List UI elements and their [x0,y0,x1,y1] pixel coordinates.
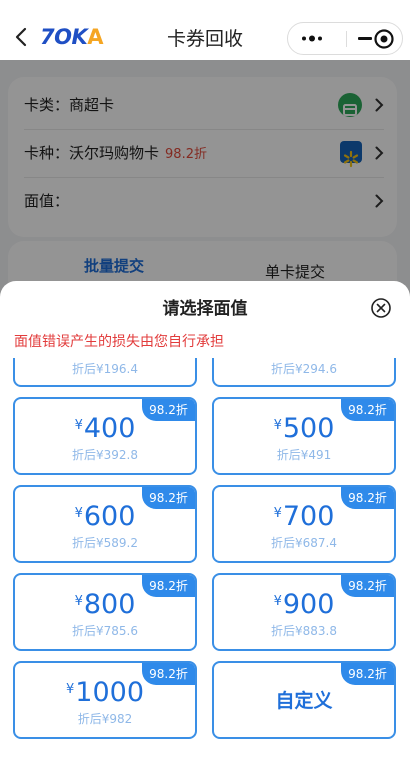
denomination-option-400[interactable]: 98.2折 ¥400 折后¥392.8 [13,397,197,475]
amount-text: ¥700 [273,501,335,532]
discount-badge: 98.2折 [341,663,394,685]
after-discount-text: 折后¥785.6 [72,624,138,638]
sheet-title: 请选择面值 [162,299,248,319]
amount-text: ¥600 [74,501,136,532]
after-discount-text: 折后¥196.4 [72,362,138,376]
nav-header: 7OKA 卡券回收 [0,0,410,60]
denomination-option-custom[interactable]: 98.2折 自定义 [212,661,396,739]
after-discount-text: 折后¥589.2 [72,536,138,550]
after-discount-text: 折后¥982 [77,712,133,726]
denomination-option-700[interactable]: 98.2折 ¥700 折后¥687.4 [212,485,396,563]
miniapp-capsule [287,22,403,55]
after-discount-text: 折后¥294.6 [271,362,337,376]
capsule-divider [346,31,347,47]
denomination-grid: 折后¥196.4 折后¥294.6 98.2折 ¥400 折后¥392.8 98… [0,358,410,775]
warning-text: 面值错误产生的损失由您自行承担 [14,334,224,350]
more-dots-icon[interactable] [300,23,326,54]
denomination-option[interactable]: 折后¥294.6 [212,358,396,387]
after-discount-text: 折后¥491 [276,448,332,462]
target-close-icon[interactable] [373,28,395,50]
amount-text: ¥800 [74,589,136,620]
custom-amount-label: 自定义 [275,690,333,712]
denomination-option-800[interactable]: 98.2折 ¥800 折后¥785.6 [13,573,197,651]
amount-text: ¥400 [74,413,136,444]
denomination-option[interactable]: 折后¥196.4 [13,358,197,387]
after-discount-text: 折后¥392.8 [72,448,138,462]
denomination-sheet: 请选择面值 面值错误产生的损失由您自行承担 折后¥196.4 折后¥294.6 … [0,281,410,775]
after-discount-text: 折后¥883.8 [271,624,337,638]
denomination-option-1000[interactable]: 98.2折 ¥1000 折后¥982 [13,661,197,739]
denomination-option-500[interactable]: 98.2折 ¥500 折后¥491 [212,397,396,475]
denomination-option-600[interactable]: 98.2折 ¥600 折后¥589.2 [13,485,197,563]
circle-x-icon[interactable] [370,297,392,319]
after-discount-text: 折后¥687.4 [271,536,337,550]
amount-text: ¥500 [273,413,335,444]
amount-text: ¥900 [273,589,335,620]
denomination-option-900[interactable]: 98.2折 ¥900 折后¥883.8 [212,573,396,651]
amount-text: ¥1000 [66,677,144,708]
